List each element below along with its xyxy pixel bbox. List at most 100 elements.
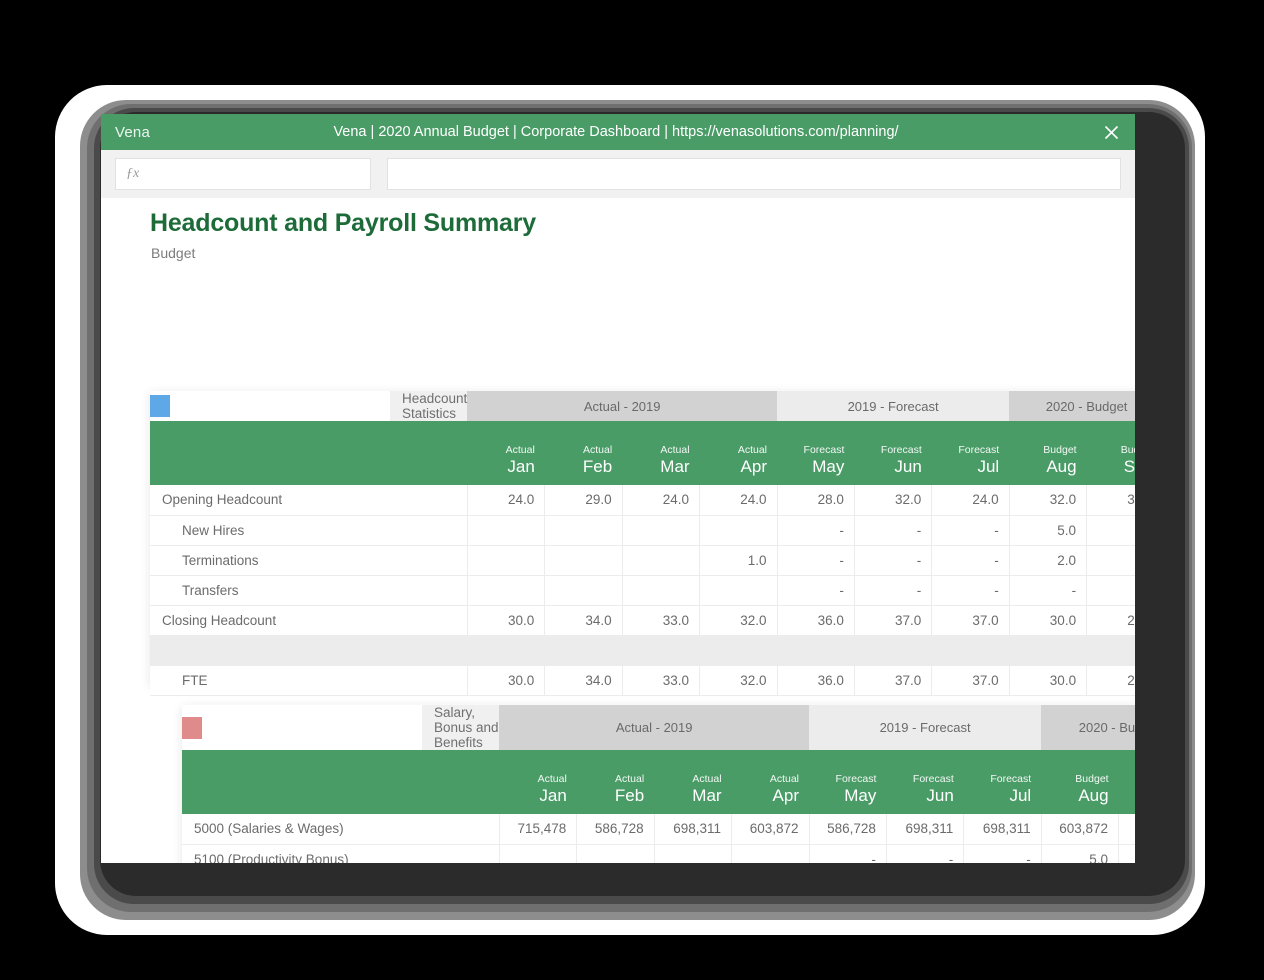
column-header-sep[interactable]: BudgetSep [1086, 421, 1135, 485]
column-header-jul[interactable]: Forecast Jul [931, 421, 1010, 485]
data-cell[interactable]: 33.0 [622, 665, 701, 696]
data-cell[interactable]: 29.0 [1086, 665, 1135, 696]
column-header-apr[interactable]: Actual Apr [731, 750, 809, 814]
data-cell[interactable]: 5.0 [1009, 515, 1088, 546]
column-header-aug[interactable]: Budget Aug [1009, 421, 1087, 485]
column-header-jan[interactable]: Actual Jan [467, 421, 545, 485]
data-cell[interactable]: - [1118, 844, 1135, 863]
data-cell[interactable] [576, 844, 655, 863]
data-cell[interactable]: 30.0 [467, 605, 546, 636]
data-cell[interactable]: 28.0 [777, 485, 855, 516]
data-cell[interactable]: 30.0 [1009, 665, 1088, 696]
data-cell[interactable]: - [931, 515, 1010, 546]
data-cell[interactable] [622, 575, 701, 606]
data-cell[interactable] [699, 515, 778, 546]
column-header-feb[interactable]: Actual Feb [544, 421, 623, 485]
data-cell[interactable]: - [1086, 545, 1135, 576]
data-cell[interactable] [622, 545, 701, 576]
column-header-aug[interactable]: Budget Aug [1041, 750, 1119, 814]
data-cell[interactable]: - [777, 545, 855, 576]
data-cell[interactable]: 603,872 [731, 814, 810, 845]
data-cell[interactable]: - [809, 844, 887, 863]
row-label[interactable]: New Hires [150, 515, 468, 546]
column-header-may[interactable]: Forecast May [777, 421, 855, 485]
data-cell[interactable]: 32.0 [699, 605, 778, 636]
data-cell[interactable]: - [963, 844, 1042, 863]
data-cell[interactable]: 603,872 [1041, 814, 1120, 845]
column-header-mar[interactable]: Actual Mar [654, 750, 732, 814]
data-cell[interactable] [499, 844, 578, 863]
data-cell[interactable]: 698,311 [963, 814, 1042, 845]
data-cell[interactable]: 37.0 [854, 605, 933, 636]
column-header-apr[interactable]: Actual Apr [699, 421, 777, 485]
row-label[interactable]: FTE [150, 665, 468, 696]
data-cell[interactable]: 32.0 [699, 665, 778, 696]
data-cell[interactable]: 30.0 [467, 665, 546, 696]
column-header-may[interactable]: Forecast May [809, 750, 887, 814]
column-header-sep[interactable]: BudgetSep [1118, 750, 1135, 814]
row-label[interactable]: 5000 (Salaries & Wages) [182, 814, 500, 845]
data-cell[interactable] [654, 844, 733, 863]
data-cell[interactable]: - [777, 515, 855, 546]
data-cell[interactable]: 32.0 [1009, 485, 1088, 516]
row-label[interactable]: Opening Headcount [150, 485, 468, 516]
data-cell[interactable]: 24.0 [699, 485, 778, 516]
data-cell[interactable]: 33.0 [622, 605, 701, 636]
data-cell[interactable]: - [854, 515, 933, 546]
data-cell[interactable]: 698,311 [1118, 814, 1135, 845]
data-cell[interactable]: 715,478 [499, 814, 578, 845]
data-cell[interactable]: 36.0 [777, 665, 855, 696]
row-label[interactable]: Closing Headcount [150, 605, 468, 636]
data-cell[interactable]: 37.0 [931, 665, 1010, 696]
data-cell[interactable]: 36.0 [777, 605, 855, 636]
data-cell[interactable]: 34.0 [544, 605, 623, 636]
data-cell[interactable]: - [1086, 515, 1135, 546]
data-cell[interactable]: - [931, 575, 1010, 606]
row-label[interactable]: Transfers [150, 575, 468, 606]
data-cell[interactable] [544, 545, 623, 576]
data-cell[interactable] [622, 515, 701, 546]
column-header-jul[interactable]: Forecast Jul [963, 750, 1042, 814]
data-cell[interactable] [544, 515, 623, 546]
row-label[interactable]: Terminations [150, 545, 468, 576]
data-cell[interactable]: 29.0 [544, 485, 623, 516]
column-header-jun[interactable]: Forecast Jun [886, 750, 964, 814]
data-cell[interactable] [467, 575, 546, 606]
data-cell[interactable] [467, 545, 546, 576]
column-header-feb[interactable]: Actual Feb [576, 750, 655, 814]
data-cell[interactable]: 37.0 [854, 665, 933, 696]
data-cell[interactable]: - [931, 545, 1010, 576]
fx-icon[interactable]: ƒx [115, 158, 371, 190]
column-header-jan[interactable]: Actual Jan [499, 750, 577, 814]
data-cell[interactable] [544, 575, 623, 606]
close-icon[interactable] [1101, 122, 1121, 142]
formula-input[interactable] [387, 158, 1121, 190]
data-cell[interactable] [731, 844, 810, 863]
data-cell[interactable]: 586,728 [576, 814, 655, 845]
data-cell[interactable]: 30.0 [1009, 605, 1088, 636]
data-cell[interactable]: - [854, 575, 933, 606]
data-cell[interactable]: - [854, 545, 933, 576]
data-cell[interactable]: 34.0 [544, 665, 623, 696]
column-header-jun[interactable]: Forecast Jun [854, 421, 932, 485]
data-cell[interactable]: 32.0 [1086, 485, 1135, 516]
data-cell[interactable]: - [886, 844, 965, 863]
data-cell[interactable]: 37.0 [931, 605, 1010, 636]
data-cell[interactable]: 2.0 [1009, 545, 1088, 576]
data-cell[interactable]: 32.0 [854, 485, 933, 516]
column-header-mar[interactable]: Actual Mar [622, 421, 700, 485]
data-cell[interactable]: 1.0 [699, 545, 778, 576]
data-cell[interactable] [467, 515, 546, 546]
data-cell[interactable]: - [1009, 575, 1088, 606]
data-cell[interactable]: 29.0 [1086, 605, 1135, 636]
data-cell[interactable]: 698,311 [886, 814, 965, 845]
row-label[interactable]: 5100 (Productivity Bonus) [182, 844, 500, 863]
data-cell[interactable]: 5.0 [1041, 844, 1120, 863]
data-cell[interactable]: 586,728 [809, 814, 887, 845]
data-cell[interactable]: - [777, 575, 855, 606]
data-cell[interactable] [699, 575, 778, 606]
data-cell[interactable]: 24.0 [467, 485, 546, 516]
data-cell[interactable]: 698,311 [654, 814, 733, 845]
data-cell[interactable]: - [1086, 575, 1135, 606]
data-cell[interactable]: 24.0 [931, 485, 1010, 516]
